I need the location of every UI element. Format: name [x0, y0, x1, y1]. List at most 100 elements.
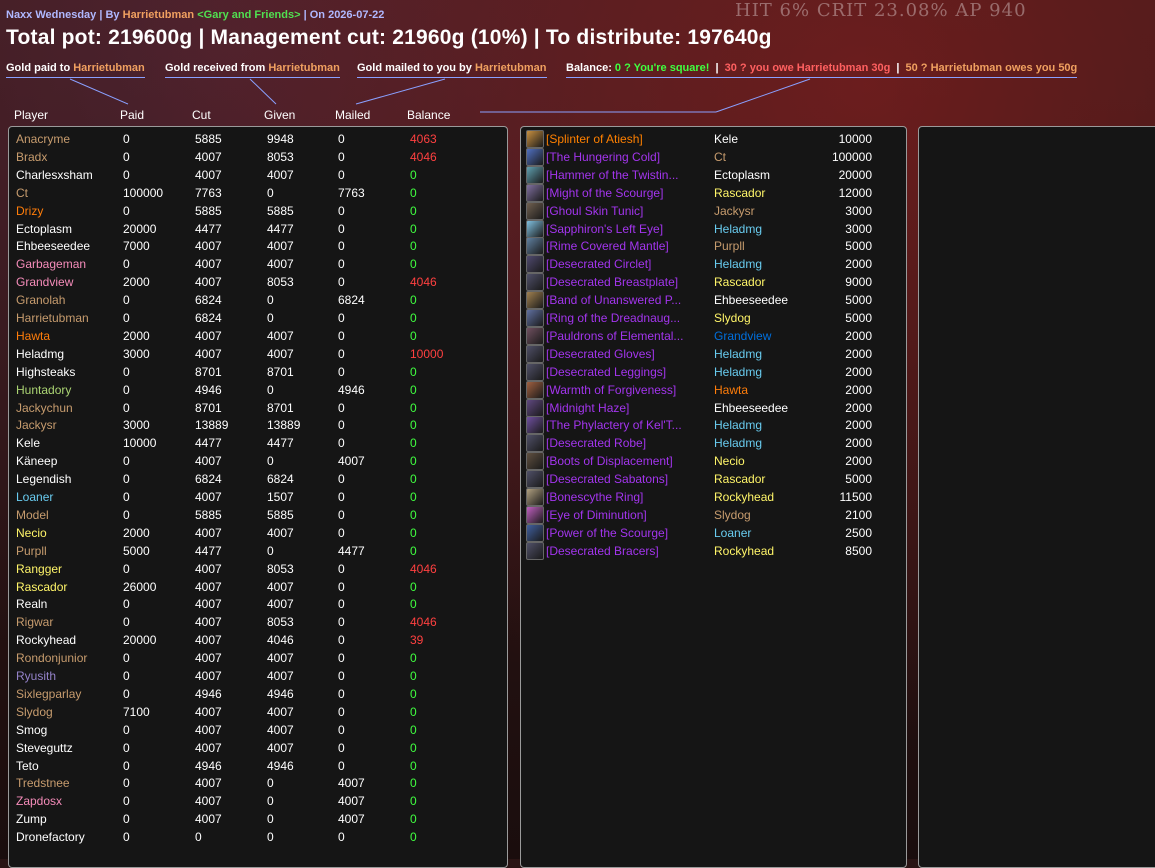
sabatons-icon	[526, 470, 544, 489]
player-row[interactable]: Slydog 7100 4007 4007 0 0	[0, 703, 506, 721]
loot-row[interactable]: [Bonescythe Ring] Rockyhead 11500	[0, 488, 905, 506]
item-link[interactable]: [Sapphiron's Left Eye]	[546, 220, 663, 238]
loot-row[interactable]: [Desecrated Sabatons] Rascador 5000	[0, 470, 905, 489]
loot-row[interactable]: [Desecrated Leggings] Heladmg 2000	[0, 362, 905, 381]
loot-row[interactable]: [The Phylactery of Kel'T... Heladmg 2000	[0, 416, 905, 435]
loot-row[interactable]: [Warmth of Forgiveness] Hawta 2000	[0, 380, 905, 399]
price-value: 5000	[845, 472, 872, 487]
loot-row[interactable]: [Hammer of the Twistin... Ectoplasm 20000	[0, 165, 905, 184]
loot-row[interactable]: [Midnight Haze] Ehbeeseedee 2000	[0, 398, 905, 417]
player-row[interactable]: Ryusith 0 4007 4007 0 0	[0, 667, 506, 685]
trinket-icon	[526, 380, 544, 399]
winner-name: Necio	[714, 454, 745, 469]
item-link[interactable]: [Eye of Diminution]	[546, 506, 647, 524]
item-link[interactable]: [The Phylactery of Kel'T...	[546, 416, 682, 434]
loot-row[interactable]: [Power of the Scourge] Loaner 2500	[0, 523, 905, 542]
item-link[interactable]: [Midnight Haze]	[546, 399, 629, 417]
player-row[interactable]: Rascador 26000 4007 4007 0 0	[0, 578, 506, 596]
legend-received-name: Harrietubman	[268, 62, 340, 74]
loot-row[interactable]: [Desecrated Breastplate] Rascador 9000	[0, 273, 905, 292]
item-link[interactable]: [Desecrated Robe]	[546, 434, 646, 452]
given-value: 0	[267, 794, 274, 809]
item-link[interactable]: [Might of the Scourge]	[546, 184, 663, 202]
loot-row[interactable]: [Ring of the Dreadnaug... Slydog 5000	[0, 309, 905, 327]
price-value: 2000	[845, 257, 872, 272]
paid-value: 0	[123, 651, 130, 666]
loot-row[interactable]: [Sapphiron's Left Eye] Heladmg 3000	[0, 219, 905, 238]
item-link[interactable]: [Splinter of Atiesh]	[546, 130, 643, 148]
robe-icon	[526, 434, 544, 453]
item-link[interactable]: [Hammer of the Twistin...	[546, 166, 679, 184]
player-row[interactable]: Realn 0 4007 4007 0 0	[0, 595, 506, 613]
legend-balance: Balance: 0 ? You're square! | 30 ? you o…	[566, 62, 1078, 78]
player-row[interactable]: Zapdosx 0 4007 0 4007 0	[0, 792, 506, 810]
cut-value: 4007	[195, 651, 222, 666]
loot-row[interactable]: [Pauldrons of Elemental... Grandview 2000	[0, 326, 905, 345]
mailed-value: 4007	[338, 776, 365, 791]
loot-row[interactable]: [Desecrated Robe] Heladmg 2000	[0, 434, 905, 453]
player-row[interactable]: Smog 0 4007 4007 0 0	[0, 721, 506, 739]
tunic-icon	[526, 201, 544, 220]
player-row[interactable]: Rangger 0 4007 8053 0 4046	[0, 560, 506, 578]
item-link[interactable]: [Ring of the Dreadnaug...	[546, 309, 680, 327]
loot-row[interactable]: [Eye of Diminution] Slydog 2100	[0, 505, 905, 524]
loot-row[interactable]: [Desecrated Bracers] Rockyhead 8500	[0, 541, 905, 560]
price-value: 2000	[845, 400, 872, 415]
mailed-value: 0	[338, 597, 345, 612]
paid-value: 20000	[123, 633, 157, 648]
column-header-paid: Paid	[120, 108, 145, 122]
item-link[interactable]: [Desecrated Leggings]	[546, 363, 666, 381]
cut-value: 4007	[195, 669, 222, 683]
player-row[interactable]: Rockyhead 20000 4007 4046 0 39	[0, 631, 506, 649]
by-prefix: | By	[99, 9, 120, 21]
item-link[interactable]: [Desecrated Breastplate]	[546, 273, 678, 291]
loot-row[interactable]: [Splinter of Atiesh] Kele 10000	[0, 130, 905, 148]
loot-row[interactable]: [Might of the Scourge] Rascador 12000	[0, 183, 905, 202]
loot-row[interactable]: [Desecrated Circlet] Heladmg 2000	[0, 255, 905, 274]
player-row[interactable]: Teto 0 4946 4946 0 0	[0, 757, 506, 775]
player-row[interactable]: Zump 0 4007 0 4007 0	[0, 810, 506, 828]
loot-row[interactable]: [Ghoul Skin Tunic] Jackysr 3000	[0, 201, 905, 220]
pot-summary-title: Total pot: 219600g | Management cut: 219…	[6, 26, 772, 49]
paid-value: 0	[123, 812, 130, 827]
item-link[interactable]: [Desecrated Gloves]	[546, 345, 655, 363]
boots-icon	[526, 452, 544, 471]
item-link[interactable]: [Rime Covered Mantle]	[546, 237, 669, 255]
player-row[interactable]: Rondonjunior 0 4007 4007 0 0	[0, 649, 506, 667]
item-link[interactable]: [Warmth of Forgiveness]	[546, 381, 676, 399]
loot-row[interactable]: [The Hungering Cold] Ct 100000	[0, 147, 905, 166]
winner-name: Heladmg	[714, 346, 763, 361]
cut-value: 4007	[195, 740, 222, 755]
item-link[interactable]: [Pauldrons of Elemental...	[546, 327, 683, 345]
ring-icon	[526, 291, 544, 310]
balance-value: 0	[410, 686, 417, 701]
loot-row[interactable]: [Desecrated Gloves] Heladmg 2000	[0, 344, 905, 363]
loot-row[interactable]: [Boots of Displacement] Necio 2000	[0, 452, 905, 471]
item-link[interactable]: [Band of Unanswered P...	[546, 291, 681, 309]
given-value: 0	[267, 830, 274, 845]
item-link[interactable]: [The Hungering Cold]	[546, 148, 660, 166]
price-value: 2100	[845, 507, 872, 522]
player-row[interactable]: Rigwar 0 4007 8053 0 4046	[0, 613, 506, 631]
item-link[interactable]: [Desecrated Bracers]	[546, 542, 659, 560]
item-link[interactable]: [Boots of Displacement]	[546, 452, 673, 470]
player-name: Steveguttz	[16, 740, 73, 755]
player-row[interactable]: Tredstnee 0 4007 0 4007 0	[0, 774, 506, 792]
balance-value: 0	[410, 830, 417, 845]
loot-row[interactable]: [Rime Covered Mantle] Purpll 5000	[0, 237, 905, 256]
item-link[interactable]: [Bonescythe Ring]	[546, 488, 643, 506]
loot-row[interactable]: [Band of Unanswered P... Ehbeeseedee 5000	[0, 291, 905, 310]
player-row[interactable]: Dronefactory 0 0 0 0 0	[0, 828, 506, 846]
item-link[interactable]: [Ghoul Skin Tunic]	[546, 202, 643, 220]
player-row[interactable]: Sixlegparlay 0 4946 4946 0 0	[0, 685, 506, 703]
item-link[interactable]: [Desecrated Sabatons]	[546, 470, 668, 488]
given-value: 8053	[267, 615, 294, 630]
detail-panel[interactable]	[918, 126, 1155, 868]
player-row[interactable]: Steveguttz 0 4007 4007 0 0	[0, 739, 506, 757]
given-value: 0	[267, 776, 274, 791]
item-link[interactable]: [Desecrated Circlet]	[546, 255, 651, 273]
legend-balance-label: Balance:	[566, 62, 612, 74]
item-link[interactable]: [Power of the Scourge]	[546, 524, 668, 542]
balance-value: 0	[410, 597, 417, 612]
price-value: 3000	[845, 203, 872, 218]
